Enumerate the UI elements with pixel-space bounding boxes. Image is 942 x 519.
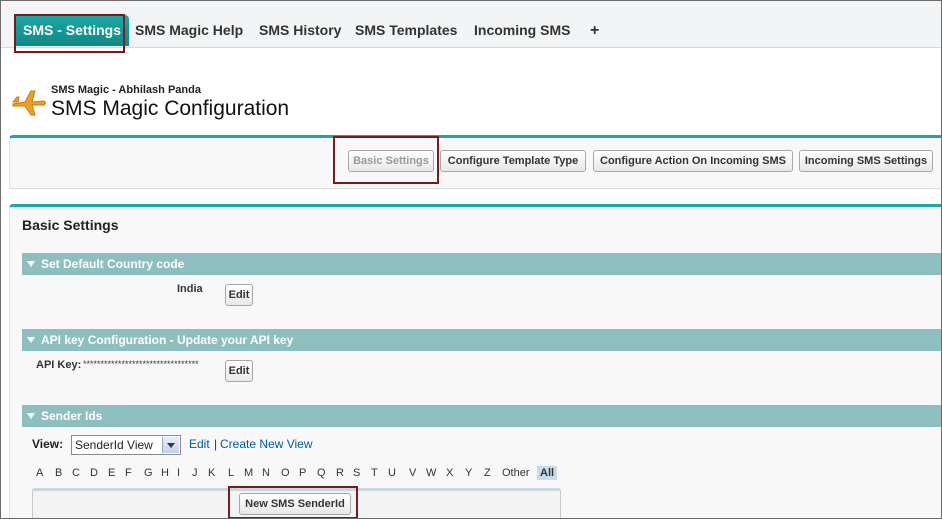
alpha-filter-a[interactable]: A xyxy=(36,467,43,479)
alpha-filter-j[interactable]: J xyxy=(192,467,198,479)
alpha-filter-c[interactable]: C xyxy=(72,467,80,479)
alpha-filter-f[interactable]: F xyxy=(125,467,132,479)
tab-sms-settings[interactable]: SMS - Settings xyxy=(15,15,130,46)
alpha-filter-z[interactable]: Z xyxy=(484,467,491,479)
collapse-triangle-icon xyxy=(27,413,35,420)
panel-title: Basic Settings xyxy=(22,217,119,233)
alpha-filter-o[interactable]: O xyxy=(281,467,290,479)
section-api-title: API key Configuration - Update your API … xyxy=(41,333,294,347)
chevron-down-icon[interactable] xyxy=(162,437,179,453)
view-label: View: xyxy=(32,437,64,451)
window-frame: SMS - Settings SMS Magic Help SMS Histor… xyxy=(0,0,942,519)
alpha-filter-y[interactable]: Y xyxy=(465,467,472,479)
section-country-code[interactable]: Set Default Country code xyxy=(22,253,941,275)
create-new-view-link[interactable]: Create New View xyxy=(220,437,312,451)
incoming-sms-settings-button[interactable]: Incoming SMS Settings xyxy=(799,150,933,172)
edit-view-link[interactable]: Edit xyxy=(189,437,210,451)
api-key-label: API Key: xyxy=(36,359,82,371)
edit-api-key-button[interactable]: Edit xyxy=(225,360,253,382)
tab-incoming-sms[interactable]: Incoming SMS xyxy=(474,15,570,46)
alpha-filter-l[interactable]: L xyxy=(228,467,234,479)
alpha-filter-u[interactable]: U xyxy=(388,467,396,479)
alpha-filter-i[interactable]: I xyxy=(177,467,180,479)
country-value: India xyxy=(177,283,203,295)
section-sender-title: Sender Ids xyxy=(41,409,103,423)
alpha-filter-h[interactable]: H xyxy=(161,467,169,479)
configure-action-incoming-sms-button[interactable]: Configure Action On Incoming SMS xyxy=(593,150,793,172)
alpha-filter-v[interactable]: V xyxy=(409,467,416,479)
alpha-filter-p[interactable]: P xyxy=(299,467,306,479)
tab-sms-history[interactable]: SMS History xyxy=(259,15,341,46)
airplane-icon xyxy=(11,90,46,116)
tab-sms-templates[interactable]: SMS Templates xyxy=(355,15,457,46)
basic-settings-button[interactable]: Basic Settings xyxy=(348,150,434,172)
top-tab-bar: SMS - Settings SMS Magic Help SMS Histor… xyxy=(1,1,941,48)
collapse-triangle-icon xyxy=(27,337,35,344)
alpha-filter-x[interactable]: X xyxy=(446,467,453,479)
page-subtitle: SMS Magic - Abhilash Panda xyxy=(51,84,201,96)
alpha-filter-k[interactable]: K xyxy=(208,467,215,479)
alpha-filter-s[interactable]: S xyxy=(353,467,360,479)
section-country-title: Set Default Country code xyxy=(41,257,185,271)
alpha-filter-r[interactable]: R xyxy=(336,467,344,479)
view-select-value: SenderId View xyxy=(75,438,153,452)
alpha-filter-b[interactable]: B xyxy=(55,467,62,479)
alpha-filter-w[interactable]: W xyxy=(426,467,436,479)
alpha-filter-q[interactable]: Q xyxy=(317,467,326,479)
alpha-filter-all[interactable]: All xyxy=(537,466,558,480)
edit-country-button[interactable]: Edit xyxy=(225,284,253,306)
link-separator: | xyxy=(214,437,218,451)
alpha-filter-g[interactable]: G xyxy=(144,467,153,479)
alpha-filter-e[interactable]: E xyxy=(108,467,115,479)
alpha-filter-n[interactable]: N xyxy=(262,467,270,479)
api-key-value: ********************************* xyxy=(83,359,199,369)
alpha-filter-t[interactable]: T xyxy=(371,467,378,479)
page-title: SMS Magic Configuration xyxy=(51,97,290,120)
configure-template-type-button[interactable]: Configure Template Type xyxy=(440,150,586,172)
view-select[interactable]: SenderId View xyxy=(71,435,181,455)
collapse-triangle-icon xyxy=(27,261,35,268)
section-api-key[interactable]: API key Configuration - Update your API … xyxy=(22,329,941,351)
alpha-filter-m[interactable]: M xyxy=(244,467,253,479)
section-sender-ids[interactable]: Sender Ids xyxy=(22,405,941,427)
alpha-filter-other[interactable]: Other xyxy=(502,467,530,479)
alpha-filter-d[interactable]: D xyxy=(90,467,98,479)
add-tab-icon[interactable]: + xyxy=(590,15,599,46)
tab-sms-magic-help[interactable]: SMS Magic Help xyxy=(135,15,243,46)
new-sms-senderid-button[interactable]: New SMS SenderId xyxy=(239,493,351,515)
